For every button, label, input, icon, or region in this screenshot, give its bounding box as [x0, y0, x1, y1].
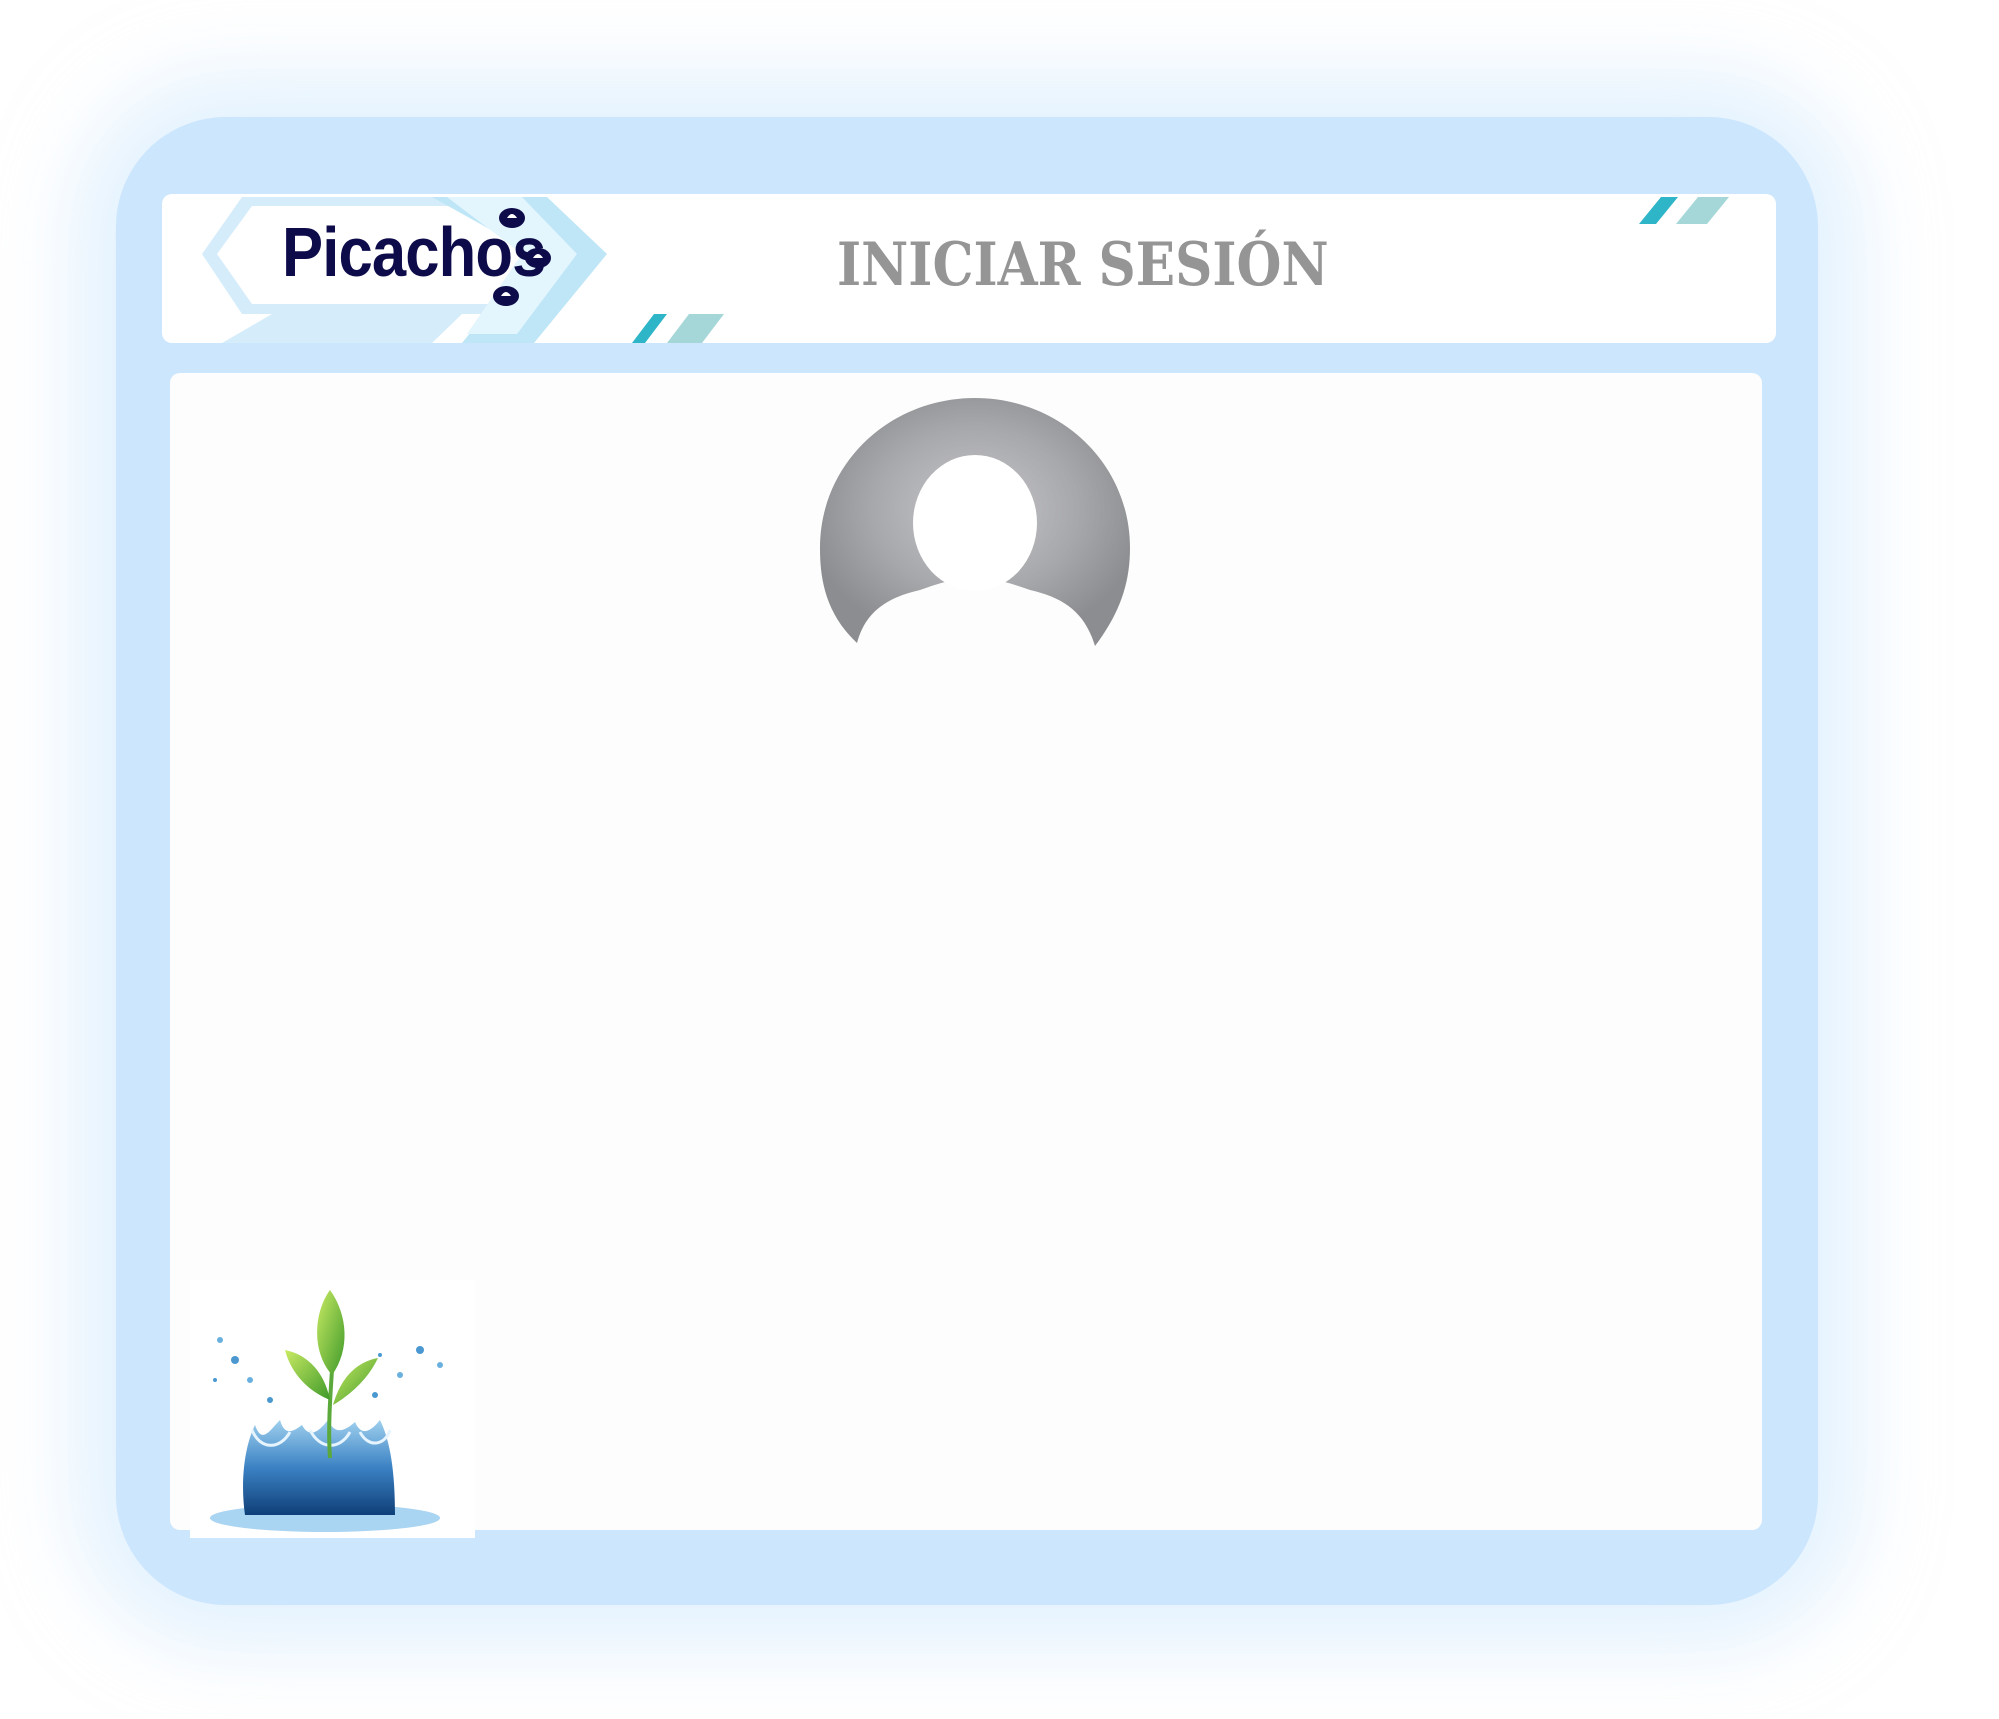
login-page: Picachos INICIAR SESIÓN [0, 0, 1999, 1719]
water-splash-plant-image [190, 1280, 475, 1538]
picachos-logo: Picachos [202, 194, 622, 343]
header-bar: Picachos INICIAR SESIÓN [162, 194, 1776, 343]
page-title: INICIAR SESIÓN [837, 230, 1329, 300]
user-avatar-icon [820, 398, 1130, 646]
water-drops-icon [493, 208, 551, 306]
